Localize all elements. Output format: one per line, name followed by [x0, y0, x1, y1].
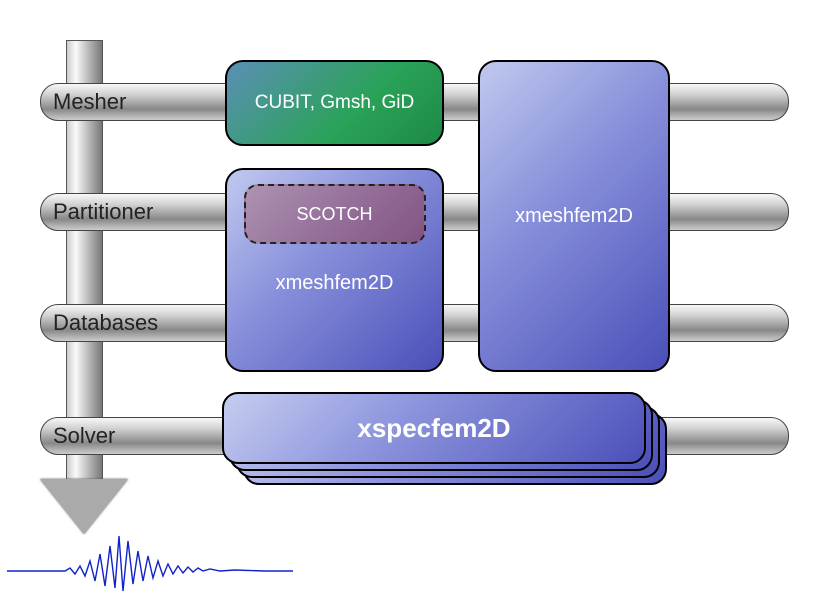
- stage-label: Databases: [53, 310, 158, 336]
- box-scotch: SCOTCH: [244, 184, 426, 244]
- stage-label: Solver: [53, 423, 115, 449]
- box-label: SCOTCH: [297, 204, 373, 225]
- stage-label: Mesher: [53, 89, 126, 115]
- box-label: xspecfem2D: [357, 413, 510, 444]
- box-xmeshfem2d-right: xmeshfem2D: [478, 60, 670, 372]
- box-xspecfem2d: xspecfem2D: [222, 392, 646, 464]
- box-xmeshfem2d-left: SCOTCH xmeshfem2D: [225, 168, 444, 372]
- box-mesher-tools: CUBIT, Gmsh, GiD: [225, 60, 444, 146]
- box-label: xmeshfem2D: [515, 205, 633, 228]
- box-label: CUBIT, Gmsh, GiD: [255, 92, 414, 114]
- box-label: xmeshfem2D: [276, 272, 394, 295]
- stage-label: Partitioner: [53, 199, 153, 225]
- seismogram-icon: [5, 526, 295, 596]
